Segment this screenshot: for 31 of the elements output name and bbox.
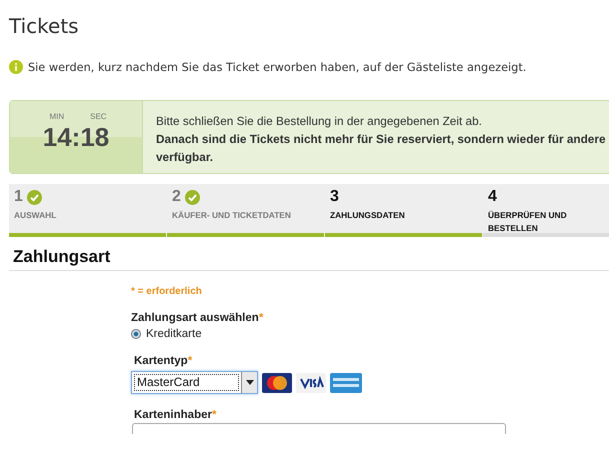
card-holder-field[interactable] [132, 423, 506, 434]
step-label: AUSWAHL [14, 209, 58, 222]
minutes-label: MIN [49, 112, 64, 121]
radio-label[interactable]: Kreditkarte [146, 328, 202, 340]
info-icon [9, 60, 23, 74]
step-number: 1 [14, 188, 23, 206]
step-label: ZAHLUNGSDATEN [330, 209, 406, 222]
american-express-logo-icon [330, 372, 362, 392]
timer-message: Bitte schließen Sie die Bestellung in der angegebenen Zeit ab. [156, 113, 483, 130]
mastercard-logo-icon [262, 372, 292, 392]
page-title: Tickets [9, 13, 79, 38]
card-holder-label: Karteninhaber* [134, 409, 216, 421]
required-note: * = erforderlich [131, 286, 203, 297]
caret-icon [246, 380, 254, 385]
info-message: Sie werden, kurz nachdem Sie das Ticket erworben haben, auf der Gästeliste angezeigt. [28, 60, 526, 74]
step-label: KÄUFER- UND TICKETDATEN [172, 209, 292, 222]
check-icon [26, 190, 42, 204]
step-label: ÜBERPRÜFEN UND BESTELLEN [488, 209, 568, 235]
countdown-time: 14:18 [42, 122, 110, 153]
section-title: Zahlungsart [9, 247, 609, 271]
step-number: 3 [330, 188, 339, 206]
visa-logo-icon [296, 372, 326, 392]
payment-method-label: Zahlungsart auswählen* [131, 312, 264, 324]
card-type-label: Kartentyp* [134, 355, 192, 367]
radio-button[interactable] [131, 329, 141, 339]
check-icon [184, 190, 200, 204]
step-number: 2 [172, 188, 181, 206]
step-number: 4 [488, 188, 497, 206]
seconds-label: SEC [90, 112, 107, 121]
card-type-dropdown[interactable]: MasterCard [131, 371, 258, 394]
timer-warning: Danach sind die Tickets nicht mehr für Sie reserviert, sondern wieder für andere verfügbar. [156, 131, 607, 166]
